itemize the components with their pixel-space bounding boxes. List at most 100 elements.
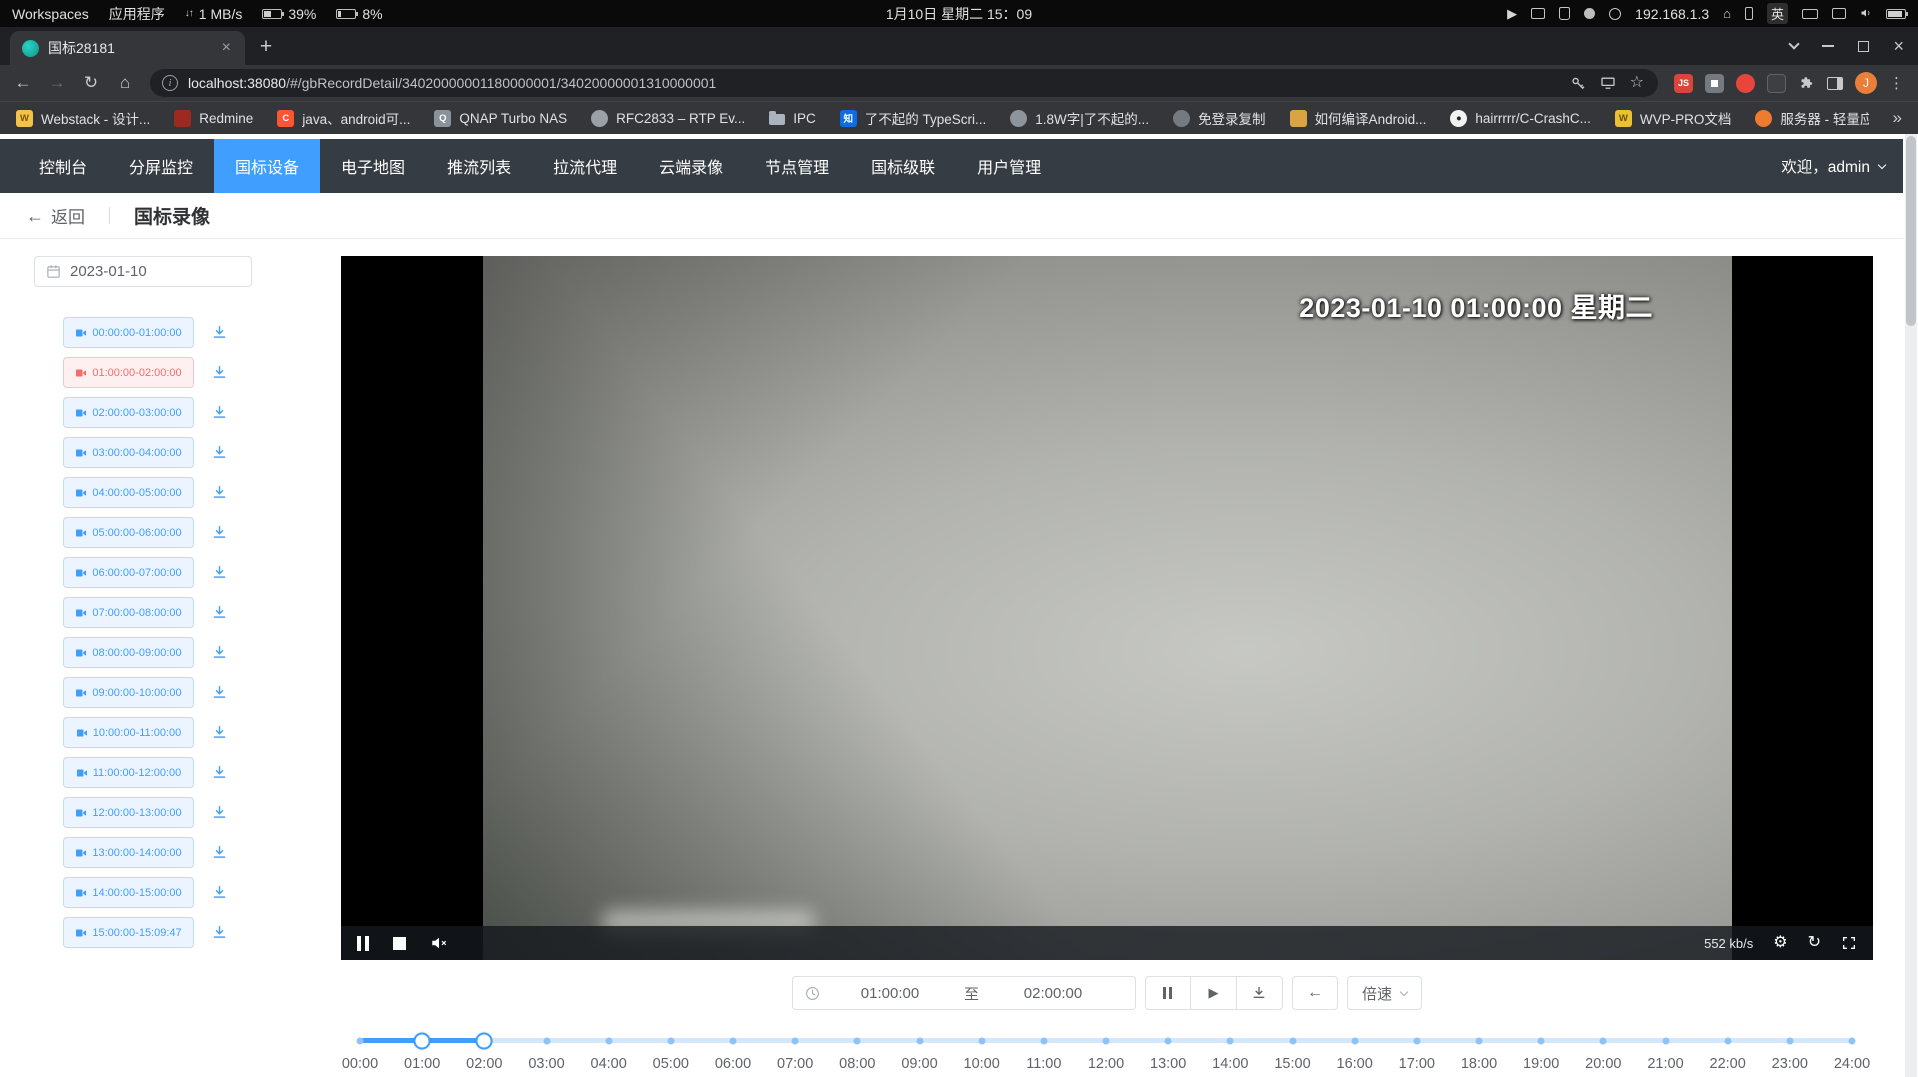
date-picker[interactable]: 2023-01-10: [34, 256, 252, 287]
timeline-hour-dot-17[interactable]: [1413, 1037, 1420, 1044]
clipboard-icon[interactable]: [1559, 7, 1570, 20]
segment-download-button-4[interactable]: [211, 484, 228, 501]
segment-button-11[interactable]: 11:00:00-12:00:00: [63, 757, 194, 788]
video-player[interactable]: 2023-01-10 01:00:00 星期二 552 kb/s ⚙ ↻: [341, 256, 1873, 960]
new-tab-button[interactable]: +: [251, 32, 281, 62]
bookmark-item-12[interactable]: 服务器 - 轻量应用...: [1755, 108, 1868, 128]
password-key-icon[interactable]: [1570, 75, 1586, 91]
navbar-item-7[interactable]: 节点管理: [744, 139, 850, 193]
window-restore-button[interactable]: [1858, 41, 1869, 52]
browser-tab[interactable]: 国标28181 ×: [10, 31, 245, 65]
extensions-puzzle-icon[interactable]: [1798, 75, 1815, 92]
timeline-hour-dot-10[interactable]: [978, 1037, 985, 1044]
bookmark-item-11[interactable]: WWVP-PRO文档: [1615, 108, 1732, 128]
datetime-display[interactable]: 1月10日 星期二 15：09: [886, 4, 1032, 24]
share-icon[interactable]: [1600, 75, 1616, 91]
workspaces-button[interactable]: Workspaces: [12, 6, 89, 22]
timeline-handle-1[interactable]: [476, 1032, 493, 1049]
timeline-track[interactable]: [360, 1038, 1852, 1043]
player-mute-icon[interactable]: [430, 934, 448, 952]
segment-download-button-14[interactable]: [211, 884, 228, 901]
segment-download-button-0[interactable]: [211, 324, 228, 341]
timeline-hour-dot-9[interactable]: [916, 1037, 923, 1044]
timeline-handle-0[interactable]: [414, 1032, 431, 1049]
segment-button-13[interactable]: 13:00:00-14:00:00: [63, 837, 194, 868]
segment-button-8[interactable]: 08:00:00-09:00:00: [63, 637, 194, 668]
segment-download-button-13[interactable]: [211, 844, 228, 861]
navbar-item-8[interactable]: 国标级联: [850, 139, 956, 193]
timeline-hour-dot-21[interactable]: [1662, 1037, 1669, 1044]
segment-button-14[interactable]: 14:00:00-15:00:00: [63, 877, 194, 908]
status-dot-icon[interactable]: [1584, 8, 1595, 19]
timeline-hour-dot-14[interactable]: [1227, 1037, 1234, 1044]
timeline-hour-dot-18[interactable]: [1476, 1037, 1483, 1044]
player-stop-icon[interactable]: [393, 937, 406, 950]
browser-menu-icon[interactable]: ⋮: [1889, 76, 1904, 91]
extension-gray-icon[interactable]: [1705, 74, 1724, 93]
reload-button[interactable]: ↻: [76, 68, 106, 98]
timeline-hour-dot-22[interactable]: [1724, 1037, 1731, 1044]
user-menu[interactable]: 欢迎，admin: [1781, 139, 1885, 193]
timeline-hour-dot-6[interactable]: [730, 1037, 737, 1044]
timeline-slider[interactable]: 00:0001:0002:0003:0004:0005:0006:0007:00…: [360, 1038, 1852, 1074]
extension-dark-icon[interactable]: [1767, 74, 1786, 93]
timeline-hour-dot-8[interactable]: [854, 1037, 861, 1044]
timeline-hour-dot-24[interactable]: [1849, 1037, 1856, 1044]
end-time-value[interactable]: 02:00:00: [983, 985, 1123, 1002]
window-minimize-button[interactable]: [1822, 45, 1834, 47]
bookmark-item-1[interactable]: Redmine: [174, 110, 253, 127]
pause-button[interactable]: [1145, 976, 1191, 1010]
timeline-hour-dot-23[interactable]: [1786, 1037, 1793, 1044]
segment-button-6[interactable]: 06:00:00-07:00:00: [63, 557, 194, 588]
timeline-hour-dot-12[interactable]: [1103, 1037, 1110, 1044]
bookmark-item-10[interactable]: ●hairrrrr/C-CrashC...: [1450, 110, 1591, 127]
navbar-item-0[interactable]: 控制台: [18, 139, 108, 193]
timeline-hour-dot-7[interactable]: [792, 1037, 799, 1044]
bookmark-item-7[interactable]: 1.8W字|了不起的...: [1010, 108, 1149, 128]
home-icon[interactable]: ⌂: [1723, 7, 1731, 20]
timeline-hour-dot-13[interactable]: [1165, 1037, 1172, 1044]
segment-button-15[interactable]: 15:00:00-15:09:47: [63, 917, 194, 948]
browser-home-button[interactable]: ⌂: [110, 68, 140, 98]
bookmark-item-0[interactable]: WWebstack - 设计...: [16, 108, 150, 128]
segment-download-button-7[interactable]: [211, 604, 228, 621]
segment-download-button-10[interactable]: [211, 724, 228, 741]
segment-download-button-6[interactable]: [211, 564, 228, 581]
timeline-hour-dot-3[interactable]: [543, 1037, 550, 1044]
page-scrollbar[interactable]: [1905, 134, 1917, 1077]
timeline-hour-dot-4[interactable]: [605, 1037, 612, 1044]
navbar-item-1[interactable]: 分屏监控: [108, 139, 214, 193]
bookmark-item-4[interactable]: RFC2833 – RTP Ev...: [591, 110, 745, 127]
scrollbar-thumb[interactable]: [1906, 136, 1916, 326]
back-link[interactable]: ← 返回: [26, 203, 85, 228]
segment-download-button-3[interactable]: [211, 444, 228, 461]
bookmark-item-6[interactable]: 知了不起的 TypeScri...: [840, 108, 987, 128]
keyboard-icon[interactable]: [1802, 9, 1818, 19]
timeline-hour-dot-5[interactable]: [667, 1037, 674, 1044]
bookmark-item-2[interactable]: Cjava、android可...: [277, 108, 410, 128]
side-panel-icon[interactable]: [1827, 77, 1843, 90]
bookmark-star-icon[interactable]: ☆: [1630, 75, 1644, 91]
extension-blocker-icon[interactable]: [1736, 74, 1755, 93]
play-button[interactable]: ▶: [1191, 976, 1237, 1010]
segment-button-1[interactable]: 01:00:00-02:00:00: [63, 357, 194, 388]
segment-button-4[interactable]: 04:00:00-05:00:00: [63, 477, 194, 508]
speed-dropdown[interactable]: 倍速: [1347, 976, 1422, 1010]
timeline-hour-dot-20[interactable]: [1600, 1037, 1607, 1044]
phone-icon[interactable]: [1745, 7, 1753, 20]
navbar-item-4[interactable]: 推流列表: [426, 139, 532, 193]
screenshot-tool-icon[interactable]: [1531, 8, 1545, 19]
tab-search-chevron-icon[interactable]: [1789, 38, 1800, 49]
bookmark-item-3[interactable]: QQNAP Turbo NAS: [434, 110, 567, 127]
segment-download-button-12[interactable]: [211, 804, 228, 821]
media-play-icon[interactable]: ▶: [1507, 7, 1517, 20]
navbar-item-3[interactable]: 电子地图: [320, 139, 426, 193]
segment-download-button-15[interactable]: [211, 924, 228, 941]
segment-button-7[interactable]: 07:00:00-08:00:00: [63, 597, 194, 628]
bookmarks-overflow-icon[interactable]: »: [1893, 108, 1902, 128]
applications-button[interactable]: 应用程序: [109, 4, 165, 24]
segment-button-12[interactable]: 12:00:00-13:00:00: [63, 797, 194, 828]
time-range-picker[interactable]: 01:00:00 至 02:00:00: [792, 976, 1136, 1010]
player-reload-icon[interactable]: ↻: [1808, 935, 1821, 951]
segment-button-3[interactable]: 03:00:00-04:00:00: [63, 437, 194, 468]
